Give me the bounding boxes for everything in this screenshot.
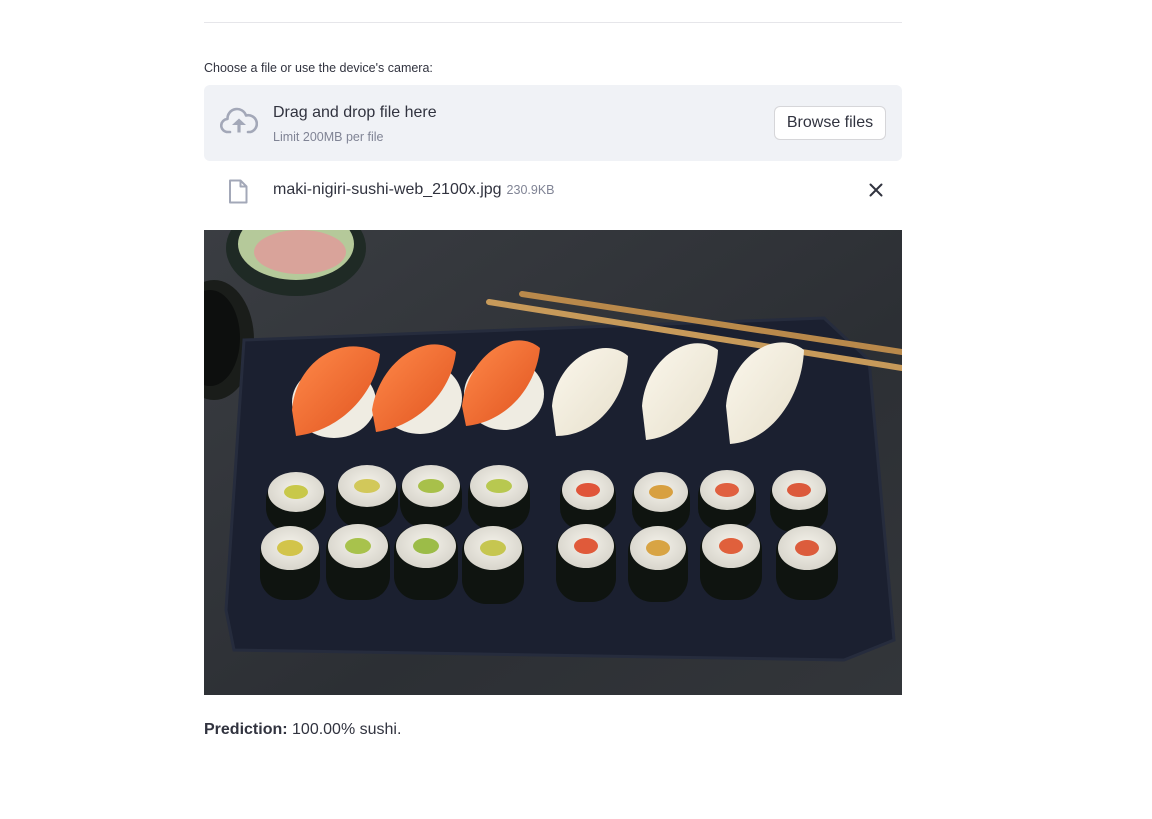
remove-file-button[interactable] bbox=[864, 178, 888, 202]
close-icon bbox=[869, 183, 883, 197]
uploaded-file-row: maki-nigiri-sushi-web_2100x.jpg 230.9KB bbox=[204, 168, 902, 212]
prediction-result: 100.00% sushi. bbox=[292, 721, 402, 738]
divider bbox=[204, 22, 902, 23]
prediction-label: Prediction: bbox=[204, 721, 288, 738]
dropzone-limit: Limit 200MB per file bbox=[273, 130, 384, 144]
sushi-photo bbox=[204, 230, 902, 695]
dropzone-title: Drag and drop file here bbox=[273, 104, 437, 121]
uploader-label: Choose a file or use the device's camera… bbox=[204, 61, 433, 75]
file-size: 230.9KB bbox=[506, 183, 555, 197]
uploaded-image bbox=[204, 230, 902, 695]
file-icon bbox=[229, 179, 248, 204]
uploaded-file-name: maki-nigiri-sushi-web_2100x.jpg 230.9KB bbox=[273, 181, 555, 199]
cloud-upload-icon bbox=[220, 107, 258, 134]
file-name-text: maki-nigiri-sushi-web_2100x.jpg bbox=[273, 181, 502, 198]
prediction-text: Prediction: 100.00% sushi. bbox=[204, 721, 401, 739]
file-dropzone[interactable]: Drag and drop file here Limit 200MB per … bbox=[204, 85, 902, 161]
browse-files-button[interactable]: Browse files bbox=[774, 106, 886, 140]
